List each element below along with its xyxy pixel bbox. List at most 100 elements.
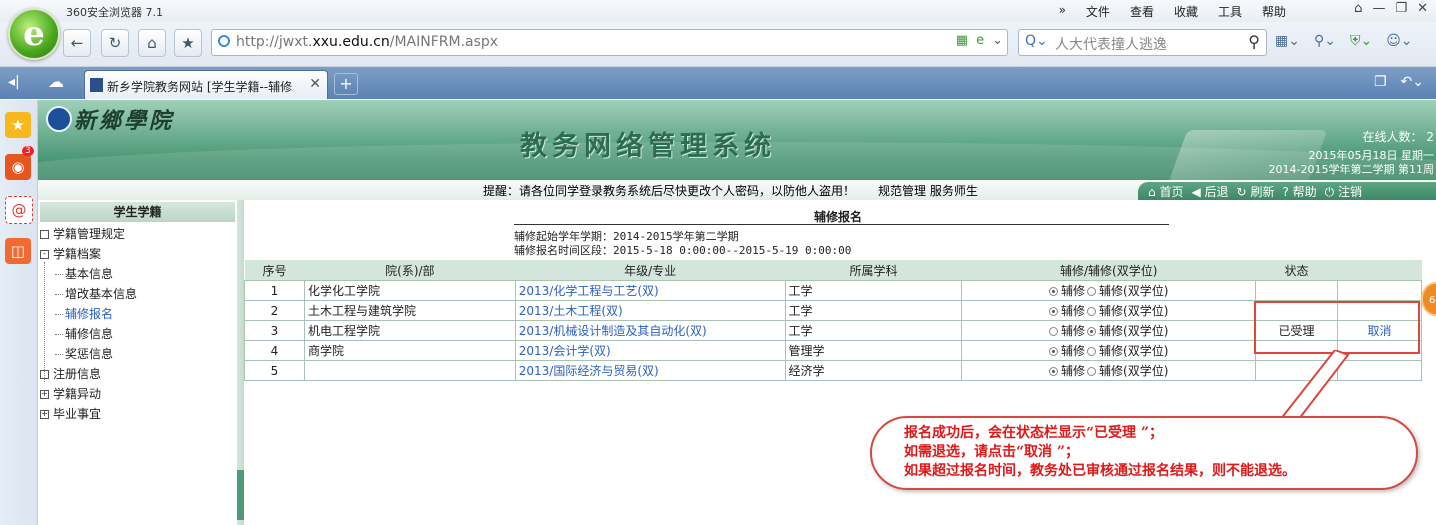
menu-help[interactable]: 帮助 <box>1252 3 1296 20</box>
tree-item-graduation[interactable]: + 毕业事宜 <box>38 405 101 424</box>
tree-item-rewards[interactable]: 奖惩信息 <box>55 345 113 364</box>
tree-expand-icon[interactable]: + <box>40 410 49 419</box>
title-underline <box>514 224 1169 225</box>
row-no: 2 <box>244 300 305 321</box>
row-cancel-link[interactable] <box>1337 280 1422 301</box>
radio-button[interactable] <box>1087 307 1097 316</box>
favorites-star-icon[interactable]: ★ <box>5 112 31 138</box>
apps-icon[interactable]: ▦⌄ <box>1275 33 1300 49</box>
undo-close-icon[interactable]: ↶⌄ <box>1401 74 1424 90</box>
row-dept: 商学院 <box>303 340 516 361</box>
radio-minor[interactable]: 辅修 <box>1049 364 1085 378</box>
address-url[interactable]: http://jwxt.xxu.edu.cn/MAINFRM.aspx <box>236 34 498 50</box>
tab-active[interactable]: 新乡学院教务网站 [学生学籍--辅修 ✕ <box>84 70 328 99</box>
page-globe-icon <box>218 35 230 47</box>
nav-help[interactable]: ? 帮助 <box>1282 183 1316 200</box>
radio-button[interactable] <box>1087 287 1097 296</box>
radio-label: 辅修 <box>1061 304 1086 318</box>
tree-expand-icon[interactable]: + <box>40 390 49 399</box>
row-subject: 工学 <box>784 320 963 341</box>
mail-icon[interactable]: @ <box>5 196 33 224</box>
site-favicon-icon <box>90 78 103 92</box>
menu-tools[interactable]: 工具 <box>1208 3 1252 20</box>
tree-item-minor-info[interactable]: 辅修信息 <box>55 325 113 344</box>
tab-bar: ◂| ☁ 新乡学院教务网站 [学生学籍--辅修 ✕ + ❐ ↶⌄ <box>0 67 1436 99</box>
radio-double-degree[interactable]: 辅修(双学位) <box>1087 344 1168 358</box>
close-window-icon[interactable]: ✕ <box>1417 1 1428 16</box>
tree-collapse-icon[interactable]: - <box>40 250 49 259</box>
user-icon[interactable]: ☺⌄ <box>1386 33 1412 49</box>
tree-item-minor-signup[interactable]: 辅修报名 <box>55 305 113 324</box>
radio-minor[interactable]: 辅修 <box>1049 324 1085 338</box>
radio-label: 辅修(双学位) <box>1099 344 1169 358</box>
radio-button[interactable] <box>1049 367 1059 376</box>
address-bar[interactable]: http://jwxt.xxu.edu.cn/MAINFRM.aspx ▦ e … <box>211 29 1008 56</box>
cloud-icon[interactable]: ☁ <box>48 72 64 91</box>
back-button[interactable]: ← <box>63 29 91 57</box>
radio-button[interactable] <box>1087 367 1097 376</box>
row-subject: 经济学 <box>784 360 963 381</box>
address-dropdown-icon[interactable]: ⌄ <box>992 33 1003 48</box>
row-major-link[interactable]: 2013/会计学(双) <box>514 340 786 361</box>
nav-logout[interactable]: ⏻ 注销 <box>1325 183 1362 200</box>
ie-mode-icon[interactable]: e <box>976 33 984 48</box>
shopping-icon[interactable]: ◫ <box>5 238 31 264</box>
row-subject: 工学 <box>784 280 963 301</box>
menu-view[interactable]: 查看 <box>1120 3 1164 20</box>
nav-home[interactable]: ⌂ 首页 <box>1148 183 1183 200</box>
menu-favorites[interactable]: 收藏 <box>1164 3 1208 20</box>
search-engine-icon[interactable]: Q⌄ <box>1025 33 1048 49</box>
radio-double-degree[interactable]: 辅修(双学位) <box>1087 324 1168 338</box>
nav-back[interactable]: ◀ 后退 <box>1191 183 1228 200</box>
tree-box-icon <box>40 370 49 379</box>
tree-item-registration[interactable]: 注册信息 <box>38 365 101 384</box>
new-tab-button[interactable]: + <box>334 73 358 95</box>
shield-icon[interactable]: ⛨⌄ <box>1350 33 1372 49</box>
weibo-badge: 3 <box>22 146 34 156</box>
radio-button[interactable] <box>1049 307 1059 316</box>
radio-button[interactable] <box>1049 287 1059 296</box>
weibo-icon[interactable]: ◉ <box>5 154 31 180</box>
tree-item-basic-info[interactable]: 基本信息 <box>55 265 113 284</box>
splitter-grip[interactable] <box>237 470 244 520</box>
radio-minor[interactable]: 辅修 <box>1049 284 1085 298</box>
row-major-link[interactable]: 2013/化学工程与工艺(双) <box>514 280 786 301</box>
row-major-link[interactable]: 2013/机械设计制造及其自动化(双) <box>514 320 786 341</box>
browser-logo-icon[interactable]: e <box>8 8 60 60</box>
tab-close-icon[interactable]: ✕ <box>309 76 321 92</box>
tree-item-rules[interactable]: 学籍管理规定 <box>38 225 125 244</box>
tree-item-archive[interactable]: - 学籍档案 <box>38 245 101 264</box>
browser-sidebar: ★ ◉ @ ◫ <box>0 100 38 525</box>
restore-icon[interactable]: ❐ <box>1395 1 1407 16</box>
sidebar-toggle-icon[interactable]: ◂| <box>8 74 20 90</box>
radio-minor[interactable]: 辅修 <box>1049 304 1085 318</box>
magnifier-icon[interactable]: ⚲⌄ <box>1314 33 1336 49</box>
bookmark-button[interactable]: ★ <box>174 29 202 57</box>
radio-button[interactable] <box>1087 327 1097 336</box>
menu-file[interactable]: 文件 <box>1076 3 1120 20</box>
radio-double-degree[interactable]: 辅修(双学位) <box>1087 284 1168 298</box>
skin-icon[interactable]: ⌂ <box>1354 1 1362 16</box>
radio-button[interactable] <box>1049 327 1059 336</box>
row-cancel-link[interactable] <box>1337 360 1422 381</box>
tab-bar-actions: ❐ ↶⌄ <box>1374 74 1424 90</box>
home-button[interactable]: ⌂ <box>138 29 166 57</box>
radio-button[interactable] <box>1049 347 1059 356</box>
search-icon[interactable]: ⚲ <box>1248 32 1260 51</box>
qr-icon[interactable]: ▦ <box>956 33 968 48</box>
row-major-link[interactable]: 2013/土木工程(双) <box>514 300 786 321</box>
tab-list-icon[interactable]: ❐ <box>1374 74 1387 90</box>
radio-button[interactable] <box>1087 347 1097 356</box>
radio-double-degree[interactable]: 辅修(双学位) <box>1087 304 1168 318</box>
left-tree: 学生学籍 学籍管理规定 - 学籍档案 基本信息 增改基本信息 辅修报名 辅修信息 … <box>38 200 238 525</box>
menu-more-icon[interactable]: » <box>1049 3 1076 20</box>
tree-item-status-change[interactable]: + 学籍异动 <box>38 385 101 404</box>
refresh-button[interactable]: ↻ <box>101 29 129 57</box>
radio-double-degree[interactable]: 辅修(双学位) <box>1087 364 1168 378</box>
nav-refresh[interactable]: ↻ 刷新 <box>1237 183 1275 200</box>
row-major-link[interactable]: 2013/国际经济与贸易(双) <box>514 360 786 381</box>
tree-item-edit-info[interactable]: 增改基本信息 <box>55 285 137 304</box>
minimize-icon[interactable]: — <box>1372 1 1385 16</box>
search-box[interactable]: Q⌄ 人大代表撞人逃逸 ⚲ <box>1018 29 1267 56</box>
radio-minor[interactable]: 辅修 <box>1049 344 1085 358</box>
